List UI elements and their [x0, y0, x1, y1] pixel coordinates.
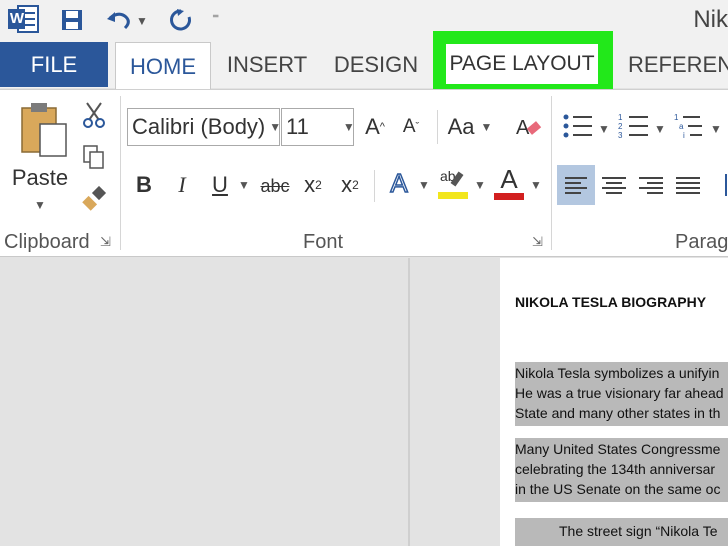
- svg-text:i: i: [683, 131, 685, 140]
- selected-paragraph-1[interactable]: Nikola Tesla symbolizes a unifyin He was…: [515, 362, 728, 426]
- doc-line: State and many other states in th: [515, 405, 721, 421]
- highlight-color-bar: [438, 192, 468, 199]
- superscript-mark: 2: [352, 178, 359, 192]
- highlighter-icon: [450, 171, 464, 187]
- doc-line: He was a true visionary far ahead: [515, 385, 724, 401]
- italic-button[interactable]: I: [170, 170, 194, 200]
- multilevel-list-icon[interactable]: 1 a i: [674, 112, 710, 140]
- grow-font-icon: A: [365, 114, 380, 139]
- undo-button[interactable]: [104, 6, 134, 34]
- paste-icon[interactable]: [20, 102, 70, 158]
- shrink-font-icon: A: [402, 116, 416, 137]
- svg-text:1: 1: [618, 113, 623, 122]
- save-button[interactable]: [58, 6, 86, 34]
- word-icon-letter: W: [9, 10, 25, 27]
- numbering-icon[interactable]: 1 2 3: [618, 112, 654, 140]
- format-painter-icon[interactable]: [82, 185, 108, 212]
- redo-icon: [170, 9, 191, 31]
- svg-text:2: 2: [618, 122, 623, 131]
- doc-heading: NIKOLA TESLA BIOGRAPHY: [515, 294, 707, 310]
- superscript-base: x: [341, 172, 353, 197]
- strikethrough-button[interactable]: abc: [258, 172, 292, 200]
- paragraph-group-label: Paragr: [675, 231, 728, 253]
- chevron-down-icon: ▼: [342, 120, 355, 134]
- group-separator: [551, 96, 552, 250]
- doc-line: The street sign “Nikola Te: [559, 523, 718, 539]
- svg-text:3: 3: [618, 131, 623, 140]
- bullets-dropdown-icon[interactable]: ▼: [598, 122, 610, 136]
- bullets-icon[interactable]: [562, 112, 598, 140]
- font-size-combo[interactable]: 11 ▼: [281, 108, 355, 146]
- underline-dropdown-icon[interactable]: ▼: [238, 178, 250, 192]
- tab-insert[interactable]: INSERT: [222, 42, 312, 87]
- font-color-letter: A: [500, 163, 518, 194]
- text-effects-dropdown-icon[interactable]: ▼: [418, 178, 430, 192]
- numbering-dropdown-icon[interactable]: ▼: [654, 122, 666, 136]
- save-icon: [62, 10, 82, 30]
- tab-page-layout[interactable]: PAGE LAYOUT: [446, 44, 598, 84]
- font-name-value: Calibri (Body): [132, 114, 266, 139]
- subscript-button[interactable]: x2: [300, 170, 326, 200]
- tab-design[interactable]: DESIGN: [326, 42, 426, 87]
- underline-button[interactable]: U: [208, 170, 232, 200]
- text-effects-button[interactable]: A: [386, 166, 412, 200]
- font-group-label: Font: [303, 231, 344, 253]
- paste-dropdown-icon[interactable]: ▼: [34, 198, 46, 212]
- justify-icon[interactable]: [671, 165, 705, 205]
- subscript-mark: 2: [315, 178, 322, 192]
- align-right-icon[interactable]: [634, 165, 668, 205]
- redo-button[interactable]: [166, 6, 196, 34]
- font-color-bar: [494, 193, 524, 200]
- align-center-icon[interactable]: [597, 165, 631, 205]
- highlight-button[interactable]: ab: [438, 168, 470, 202]
- clear-formatting-icon[interactable]: A: [514, 114, 542, 140]
- doc-line: Nikola Tesla symbolizes a unifyin: [515, 365, 720, 381]
- undo-icon: [107, 12, 130, 30]
- copy-icon[interactable]: [82, 144, 106, 170]
- chevron-down-icon: ▼: [269, 120, 282, 134]
- page-divider: [408, 258, 410, 546]
- change-case-label: Aa: [447, 114, 475, 139]
- font-launcher-icon[interactable]: ⇲: [532, 234, 543, 250]
- tab-home[interactable]: HOME: [115, 42, 211, 90]
- tab-file[interactable]: FILE: [0, 42, 108, 87]
- chevron-down-icon: ▼: [480, 120, 493, 134]
- grow-font-button[interactable]: A ^: [362, 112, 388, 142]
- svg-text:1: 1: [674, 113, 679, 122]
- group-separator: [120, 96, 121, 250]
- group-separator: [437, 110, 438, 144]
- cut-icon[interactable]: [82, 102, 106, 128]
- font-name-combo[interactable]: Calibri (Body) ▼: [127, 108, 282, 146]
- font-color-button[interactable]: A: [494, 163, 524, 202]
- font-color-dropdown-icon[interactable]: ▼: [530, 178, 542, 192]
- clipboard-group-label: Clipboard: [4, 231, 90, 253]
- paste-button[interactable]: Paste: [8, 165, 72, 191]
- selected-paragraph-3[interactable]: The street sign “Nikola Te: [515, 518, 728, 546]
- word-app-icon[interactable]: W: [8, 4, 40, 34]
- align-left-icon: [565, 177, 587, 194]
- doc-line: in the US Senate on the same oc: [515, 481, 721, 497]
- change-case-button[interactable]: Aa ▼: [446, 112, 494, 142]
- superscript-button[interactable]: x2: [337, 170, 363, 200]
- selected-paragraph-2[interactable]: Many United States Congressme celebratin…: [515, 438, 728, 502]
- clipboard-launcher-icon[interactable]: ⇲: [100, 234, 111, 250]
- multilevel-dropdown-icon[interactable]: ▼: [710, 122, 722, 136]
- align-left-button[interactable]: [557, 165, 595, 205]
- undo-dropdown-icon[interactable]: ▼: [136, 14, 148, 28]
- highlight-dropdown-icon[interactable]: ▼: [474, 178, 486, 192]
- tab-references[interactable]: REFERENC: [628, 42, 728, 87]
- customize-quick-access-icon[interactable]: ⁼: [212, 10, 219, 27]
- bold-button[interactable]: B: [132, 170, 156, 200]
- subscript-base: x: [304, 172, 316, 197]
- svg-text:a: a: [679, 122, 684, 131]
- font-size-value: 11: [286, 114, 309, 139]
- group-separator: [374, 170, 375, 202]
- document-title: Nik: [693, 6, 728, 33]
- doc-line: Many United States Congressme: [515, 441, 721, 457]
- line-spacing-icon[interactable]: [716, 170, 728, 200]
- doc-line: celebrating the 134th anniversar: [515, 461, 716, 477]
- shrink-font-button[interactable]: Aˇ: [398, 112, 424, 142]
